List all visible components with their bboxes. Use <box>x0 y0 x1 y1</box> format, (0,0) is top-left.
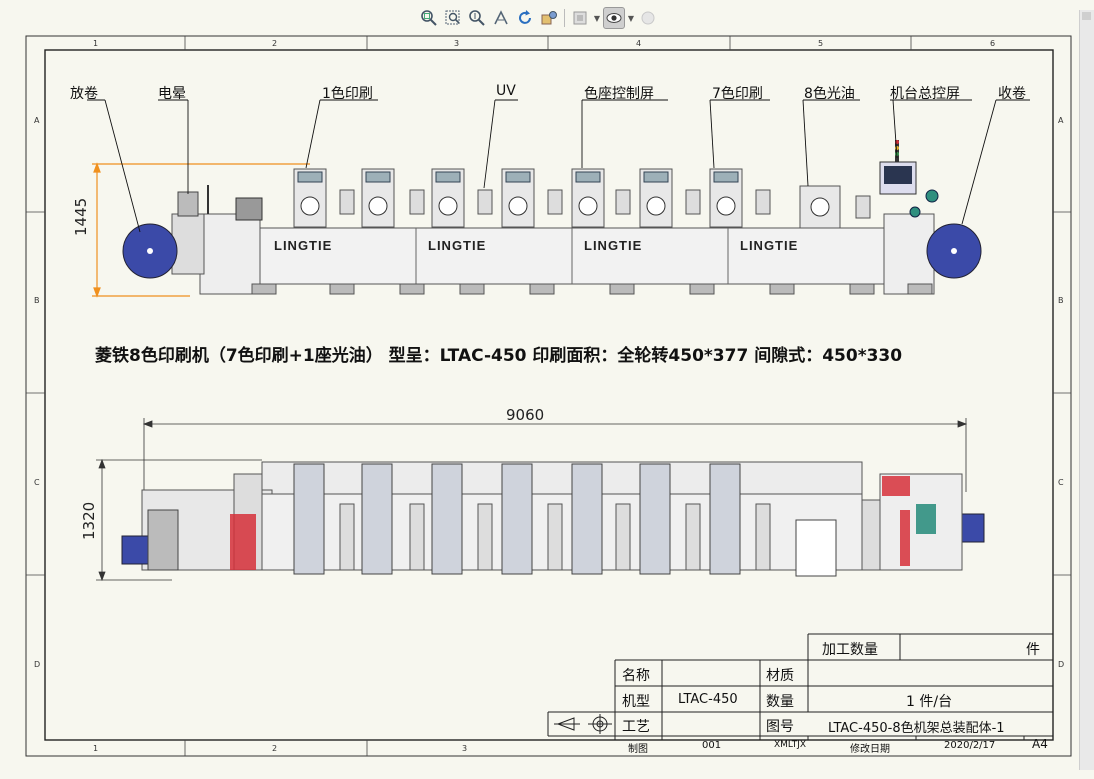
grid-letter: C <box>34 478 40 487</box>
callout-rewind: 收卷 <box>998 86 1026 102</box>
machine-base <box>257 227 889 285</box>
model-value: LTAC-450 <box>678 692 738 707</box>
unwind-motor <box>121 535 149 565</box>
grid-number: 3 <box>462 744 468 753</box>
grid-letter: A <box>1058 116 1064 125</box>
name-label: 名称 <box>622 668 650 684</box>
grid-number: 6 <box>990 39 996 48</box>
grid-number: 4 <box>636 39 642 48</box>
top-view <box>96 418 985 582</box>
callout-unwind: 放卷 <box>70 86 98 102</box>
outer-frame <box>25 35 1072 757</box>
callout-register-screen: 色座控制屏 <box>584 86 654 102</box>
drawn-label: 制图 <box>628 744 648 755</box>
drawing-no-value: LTAC-450-8色机架总装配体-1 <box>828 721 1005 736</box>
grid-letter: A <box>34 116 40 125</box>
grid-number: 1 <box>93 39 99 48</box>
callout-print7: 7色印刷 <box>712 86 763 102</box>
callout-corona: 电晕 <box>158 86 186 102</box>
drawing-sheet <box>25 35 1072 757</box>
qty-unit: 件 <box>1026 642 1040 658</box>
brand-label: LINGTIE <box>428 238 487 253</box>
material-label: 材质 <box>766 668 794 684</box>
grid-letter: D <box>1058 660 1065 669</box>
callout-varnish: 8色光油 <box>804 86 855 102</box>
grid-letter: B <box>1058 296 1064 305</box>
dimension-9060: 9060 <box>506 406 545 424</box>
company-code: XMLTJX <box>774 740 807 750</box>
drawn-value: 001 <box>702 740 722 751</box>
sheet-size: A4 <box>1032 737 1048 751</box>
grid-letter: C <box>1058 478 1064 487</box>
count-value: 1 件/台 <box>906 694 953 710</box>
grid-number: 5 <box>818 39 824 48</box>
grid-number: 2 <box>272 39 278 48</box>
scrollbar-thumb[interactable] <box>1082 12 1091 20</box>
callout-uv: UV <box>496 83 516 99</box>
date-value: 2020/2/17 <box>944 740 996 751</box>
qty-label: 加工数量 <box>822 642 878 658</box>
grid-number: 3 <box>454 39 460 48</box>
grid-number: 2 <box>272 744 278 753</box>
vertical-scrollbar[interactable] <box>1079 10 1094 770</box>
grid-number: 1 <box>93 744 99 753</box>
inner-frame <box>44 49 1054 741</box>
grid-letter: D <box>34 660 41 669</box>
brand-label: LINGTIE <box>584 238 643 253</box>
count-label: 数量 <box>766 694 794 710</box>
dimension-1445: 1445 <box>72 197 90 236</box>
callout-print1: 1色印刷 <box>322 86 373 102</box>
brand-label: LINGTIE <box>274 238 333 253</box>
drawing-no-label: 图号 <box>766 719 794 735</box>
grid-ticks <box>26 36 1071 756</box>
brand-label: LINGTIE <box>740 238 799 253</box>
model-label: 机型 <box>622 694 650 710</box>
dimension-1320: 1320 <box>80 501 98 540</box>
front-view <box>87 99 1030 298</box>
corona-unit <box>177 191 199 217</box>
grid-letter: B <box>34 296 40 305</box>
print-stations <box>293 168 871 229</box>
revision-date-label: 修改日期 <box>850 744 890 755</box>
projection-symbol-icon <box>554 714 612 734</box>
process-label: 工艺 <box>622 719 650 735</box>
machine-title-line: 菱铁8色印刷机（7色印刷+1座光油） 型呈：LTAC-450 印刷面积：全轮转4… <box>95 346 903 366</box>
callout-main-console: 机台总控屏 <box>890 86 960 102</box>
